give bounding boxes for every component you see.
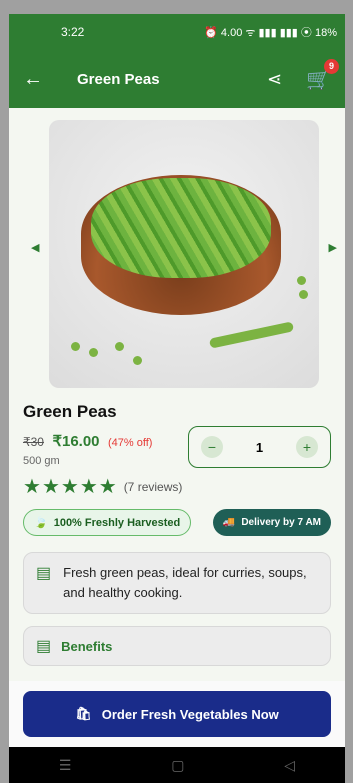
harvest-chip: 🍃 100% Freshly Harvested (23, 509, 192, 536)
discount-label: (47% off) (107, 437, 153, 449)
app-bar: ← Green Peas ⋖ 🛒 9 (9, 50, 345, 108)
document-icon: ▤ (36, 565, 52, 582)
leaf-icon: 🍃 (34, 517, 48, 529)
product-image (49, 120, 319, 388)
order-button-label: Order Fresh Vegetables Now (101, 706, 279, 722)
document-icon: ▤ (36, 638, 52, 655)
product-weight: 500 gm (23, 455, 60, 467)
screen-frame: 3:22 ⏰ 4.00 ᯤ ▮▮▮ ▮▮▮ ⦿ 18% ← Green Peas… (0, 0, 353, 783)
pea-dot (71, 342, 80, 351)
quantity-value: 1 (255, 439, 264, 455)
star-icon: ★ (23, 476, 41, 498)
harvest-chip-label: 100% Freshly Harvested (53, 516, 181, 529)
delivery-chip: 🚚 Delivery by 7 AM (212, 509, 331, 536)
rating-row: ★ ★ ★ ★ ★ (7 reviews) (23, 474, 331, 499)
status-bar: 3:22 ⏰ 4.00 ᯤ ▮▮▮ ▮▮▮ ⦿ 18% (9, 14, 345, 50)
share-icon[interactable]: ⋖ (267, 69, 282, 90)
description-text: Fresh green peas, ideal for curries, sou… (63, 565, 307, 600)
pea-dot (115, 342, 124, 351)
delivery-chip-label: Delivery by 7 AM (241, 517, 321, 528)
pea-dot (89, 348, 98, 357)
star-icon: ★ (79, 476, 98, 498)
status-indicators: ⏰ 4.00 ᯤ ▮▮▮ ▮▮▮ ⦿ 18% (204, 27, 337, 39)
prev-image-icon[interactable]: ◀ (31, 241, 39, 254)
decrease-button[interactable]: − (201, 436, 223, 458)
image-gallery: ◀ ▶ (9, 108, 345, 390)
menu-nav-icon[interactable]: ☰ (59, 757, 72, 774)
pod-shape (208, 321, 295, 349)
increase-button[interactable]: + (295, 436, 318, 458)
product-name: Green Peas (23, 402, 117, 421)
chip-row: 🍃 100% Freshly Harvested 🚚 Delivery by 7… (23, 509, 331, 536)
status-time: 3:22 (61, 25, 85, 39)
benefits-label: Benefits (61, 638, 113, 654)
pea-dot (299, 290, 308, 299)
pea-dot (297, 276, 306, 285)
home-nav-icon[interactable]: ▢ (171, 757, 184, 774)
product-details: Green Peas ₹30 ₹16.00 (47% off) 500 gm −… (9, 402, 345, 666)
order-button[interactable]: 🛍 Order Fresh Vegetables Now (23, 691, 331, 737)
page-title: Green Peas (77, 70, 160, 88)
truck-icon: 🚚 (222, 517, 236, 528)
price-block: ₹30 ₹16.00 (47% off) 500 gm (23, 432, 152, 468)
peas-shape (91, 178, 271, 278)
back-nav-icon[interactable]: ◁ (284, 757, 295, 774)
system-nav-bar: ☰ ▢ ◁ (9, 747, 345, 783)
star-icon: ★ (41, 476, 60, 498)
phone-screen: 3:22 ⏰ 4.00 ᯤ ▮▮▮ ▮▮▮ ⦿ 18% ← Green Peas… (9, 14, 345, 783)
bag-icon: 🛍 (75, 706, 92, 721)
pea-dot (133, 356, 142, 365)
cart-badge: 9 (324, 58, 339, 74)
current-price: ₹16.00 (52, 433, 100, 450)
star-icon: ★ (60, 476, 79, 498)
cta-container: 🛍 Order Fresh Vegetables Now (9, 681, 345, 747)
back-arrow-icon[interactable]: ← (23, 68, 53, 91)
description-card: ▤ Fresh green peas, ideal for curries, s… (23, 552, 331, 614)
price-row: ₹30 ₹16.00 (47% off) 500 gm − 1 + (23, 426, 331, 468)
quantity-stepper: − 1 + (188, 426, 331, 468)
next-image-icon[interactable]: ▶ (329, 241, 337, 254)
old-price: ₹30 (23, 435, 44, 449)
review-count: (7 reviews) (123, 479, 183, 494)
cart-icon[interactable]: 🛒 9 (306, 58, 339, 92)
benefits-card[interactable]: ▤ Benefits (23, 626, 331, 666)
star-icon: ★ (98, 476, 117, 498)
